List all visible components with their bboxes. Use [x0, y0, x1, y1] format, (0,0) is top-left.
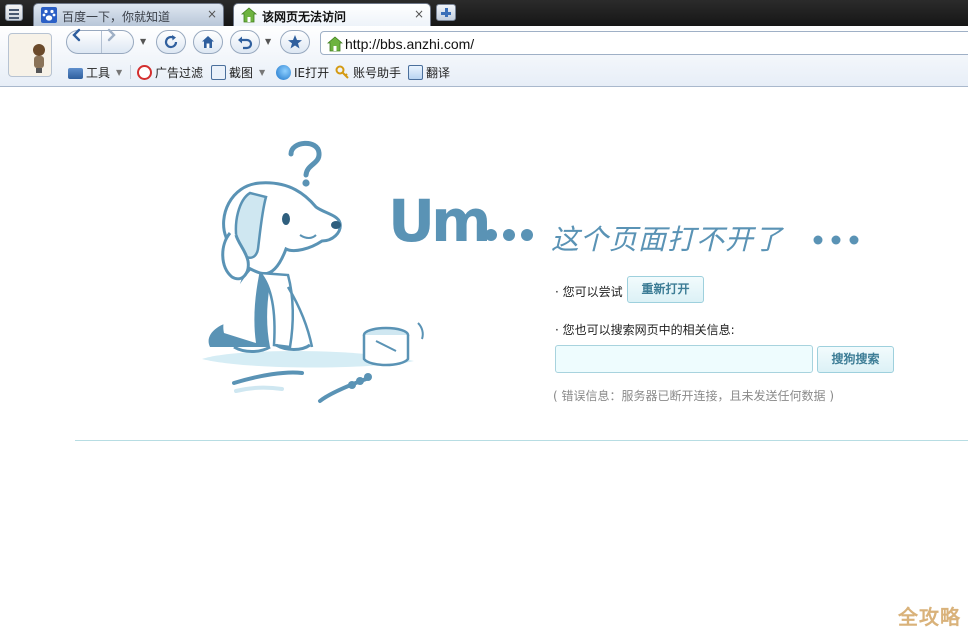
fav-label: 翻译	[426, 65, 451, 80]
refresh-button[interactable]	[156, 30, 186, 54]
undo-close-button[interactable]	[230, 30, 260, 54]
site-house-icon	[326, 36, 344, 52]
favorites-button[interactable]	[280, 30, 310, 54]
translate-icon	[408, 64, 423, 80]
fav-translate[interactable]: 翻译	[408, 64, 450, 80]
chevron-down-icon[interactable]: ▼	[116, 68, 122, 77]
error-heading: 这个页面打不开了	[551, 223, 784, 256]
fav-ie-open[interactable]: IE打开	[276, 64, 329, 80]
back-forward-group	[66, 28, 135, 54]
error-info: ( 错误信息：服务器已断开连接，且未发送任何数据 )	[553, 389, 834, 403]
history-dropdown-icon[interactable]: ▼	[140, 37, 146, 46]
sogou-search-button[interactable]: 搜狗搜索	[817, 346, 894, 373]
star-icon	[288, 35, 302, 49]
undo-dropdown-icon[interactable]: ▼	[265, 37, 271, 46]
chevron-down-icon[interactable]: ▼	[259, 68, 265, 77]
fav-label: 工具	[86, 65, 111, 80]
app-menu-icon[interactable]	[5, 4, 23, 21]
fav-account-helper[interactable]: 账号助手	[335, 64, 401, 80]
try-label: · 您可以尝试	[555, 285, 623, 299]
tab-bar: 百度一下，你就知道 × 该网页无法访问 ×	[0, 0, 968, 26]
key-icon	[335, 65, 350, 80]
screenshot-icon	[211, 64, 226, 80]
fav-tools[interactable]: 工具 ▼	[68, 64, 122, 80]
tab-close-icon[interactable]: ×	[207, 7, 217, 21]
baidu-paw-icon	[41, 7, 57, 23]
refresh-icon	[164, 35, 178, 49]
fav-label: IE打开	[294, 65, 330, 80]
house-icon	[240, 7, 258, 23]
reopen-button[interactable]: 重新打开	[627, 276, 704, 303]
divider	[75, 440, 968, 441]
um-heading: Um	[388, 187, 492, 255]
forward-arrow-icon[interactable]	[101, 28, 135, 53]
browser-toolbar: ▼ ▼ http://bbs.anzhi.com/ 工具 ▼ 广告过滤 截图 ▼…	[0, 26, 968, 87]
search-label: · 您也可以搜索网页中的相关信息:	[555, 323, 735, 337]
favorites-bar: 工具 ▼ 广告过滤 截图 ▼ IE打开 账号助手 翻译	[0, 61, 968, 83]
address-bar[interactable]: http://bbs.anzhi.com/	[320, 31, 968, 55]
new-tab-plus-icon[interactable]	[436, 4, 456, 21]
fav-label: 账号助手	[353, 65, 402, 80]
tab-baidu[interactable]: 百度一下，你就知道 ×	[33, 3, 224, 26]
ad-block-icon	[137, 64, 152, 80]
search-input[interactable]	[555, 345, 813, 373]
tab-title: 该网页无法访问	[262, 10, 347, 24]
tab-title: 百度一下，你就知道	[62, 10, 171, 24]
confused-dog-illustration	[202, 140, 424, 403]
tab-error-page[interactable]: 该网页无法访问 ×	[233, 3, 431, 26]
fav-screenshot[interactable]: 截图 ▼	[211, 64, 265, 80]
url-text[interactable]: http://bbs.anzhi.com/	[345, 36, 474, 52]
ellipsis-dots	[813, 235, 859, 245]
toolbox-icon	[68, 67, 83, 79]
back-arrow-icon[interactable]	[67, 28, 102, 53]
undo-icon	[238, 36, 253, 50]
tab-close-icon[interactable]: ×	[414, 7, 424, 21]
error-page: Um 这个页面打不开了 · 您可以尝试 重新打开 · 您也可以搜索网页中的相关信…	[0, 87, 968, 633]
divider	[130, 65, 131, 79]
home-button[interactable]	[193, 30, 223, 54]
ellipsis-dots	[485, 229, 533, 241]
home-icon	[202, 36, 214, 48]
watermark: 全攻略	[898, 605, 961, 629]
fav-label: 截图	[229, 65, 254, 80]
fav-ad-filter[interactable]: 广告过滤	[137, 64, 203, 80]
fav-label: 广告过滤	[155, 65, 204, 80]
ie-icon	[276, 64, 291, 80]
